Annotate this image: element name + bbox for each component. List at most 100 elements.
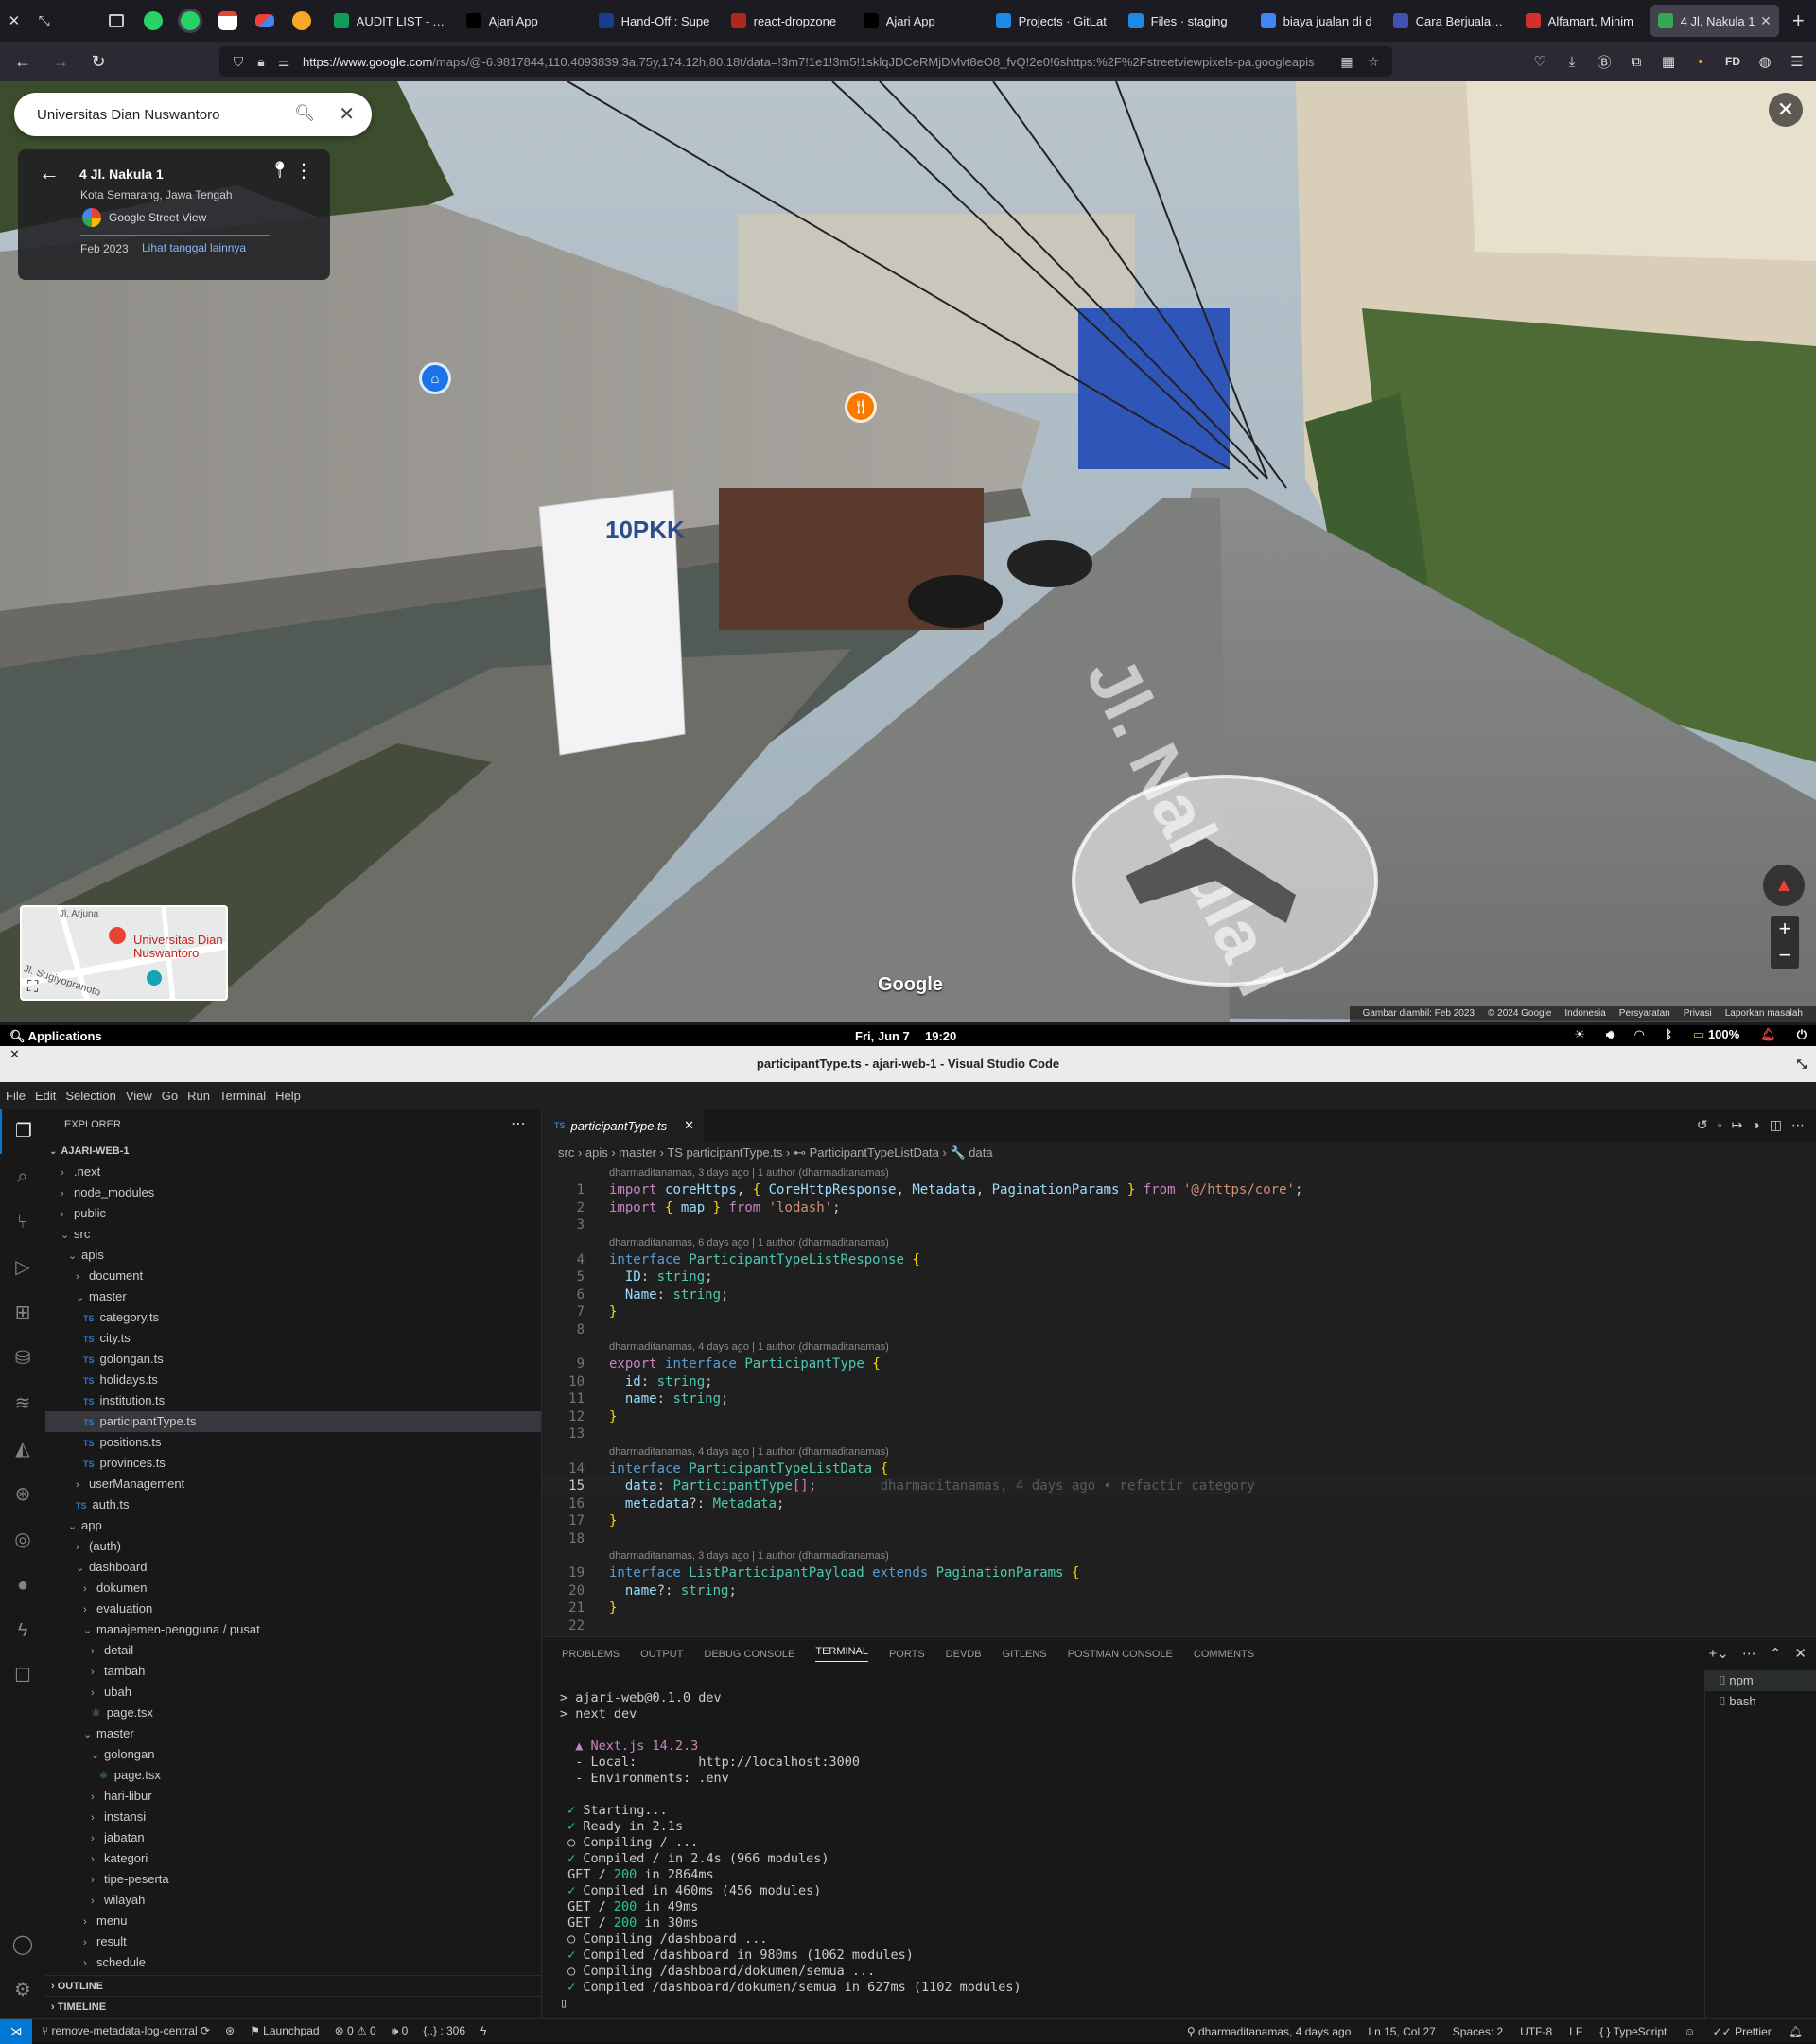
- status-blame[interactable]: ⚲ dharmaditanamas, 4 days ago: [1187, 2019, 1352, 2044]
- timeline-back-icon[interactable]: ↺: [1697, 1117, 1708, 1133]
- terminal-output[interactable]: > ajari-web@0.1.0 dev > next dev ▲ Next.j…: [560, 1690, 1022, 2012]
- blame-annotation[interactable]: dharmaditanamas, 6 days ago | 1 author (…: [543, 1234, 1816, 1251]
- address-bar[interactable]: ⛉ 🔒︎ ⚌ https://www.google.com/maps/@-6.9…: [219, 46, 1392, 77]
- file-item[interactable]: ⚛ page.tsx: [45, 1765, 541, 1786]
- run-debug-icon[interactable]: ▷: [0, 1245, 45, 1290]
- panel-tab-problems[interactable]: PROBLEMS: [562, 1649, 620, 1660]
- terminal-instance[interactable]: ⌷ npm: [1705, 1670, 1816, 1691]
- file-item[interactable]: TS category.ts: [45, 1307, 541, 1328]
- file-item[interactable]: TS provinces.ts: [45, 1453, 541, 1474]
- browser-tab[interactable]: Ajari App: [459, 5, 587, 37]
- folder-item[interactable]: › instansi: [45, 1807, 541, 1827]
- language-mode[interactable]: { } TypeScript: [1599, 2019, 1667, 2044]
- shield-icon[interactable]: ⛉: [227, 54, 250, 70]
- lightning-icon[interactable]: ϟ: [480, 2024, 486, 2038]
- gitlens-icon[interactable]: ⊛: [225, 2024, 235, 2038]
- folder-item[interactable]: › jabatan: [45, 1827, 541, 1848]
- panel-more-icon[interactable]: ⋯: [1742, 1645, 1756, 1662]
- remote-explorer-icon[interactable]: ◎: [0, 1517, 45, 1563]
- database-icon[interactable]: ⛁: [0, 1336, 45, 1381]
- blame-annotation[interactable]: dharmaditanamas, 4 days ago | 1 author (…: [543, 1443, 1816, 1460]
- permissions-icon[interactable]: ⚌: [272, 54, 295, 70]
- file-item[interactable]: TS city.ts: [45, 1328, 541, 1349]
- calendar-tab-icon[interactable]: [209, 0, 246, 42]
- attribution-item[interactable]: Indonesia: [1564, 1008, 1605, 1020]
- code-editor[interactable]: dharmaditanamas, 3 days ago | 1 author (…: [543, 1164, 1816, 1644]
- battery-indicator[interactable]: ▭ 100%: [1693, 1027, 1739, 1042]
- color-picker-icon[interactable]: ◍: [1752, 46, 1778, 77]
- menu-item-go[interactable]: Go: [162, 1089, 178, 1103]
- search-input[interactable]: Universitas Dian Nuswantoro: [37, 107, 219, 123]
- browser-tab[interactable]: biaya jualan di d: [1253, 5, 1382, 37]
- window-resize-icon[interactable]: ⤡: [1797, 1046, 1807, 1082]
- folder-item[interactable]: › dokumen: [45, 1578, 541, 1599]
- menu-item-terminal[interactable]: Terminal: [219, 1089, 266, 1103]
- folder-item[interactable]: › ubah: [45, 1682, 541, 1703]
- more-dates-link[interactable]: Lihat tanggal lainnya: [142, 241, 246, 254]
- more-options-icon[interactable]: ⋮: [294, 159, 313, 183]
- profile-badge[interactable]: FD: [1720, 46, 1746, 77]
- browser-tab[interactable]: Ajari App: [856, 5, 985, 37]
- bookmark-star-icon[interactable]: ☆: [1362, 54, 1385, 70]
- tab-list-icon[interactable]: [97, 0, 134, 42]
- file-item[interactable]: TS institution.ts: [45, 1390, 541, 1411]
- folder-item[interactable]: ⌄ dashboard: [45, 1557, 541, 1578]
- folder-item[interactable]: › userManagement: [45, 1474, 541, 1494]
- remote-indicator-icon[interactable]: ⋊: [0, 2018, 32, 2044]
- folder-item[interactable]: › menu: [45, 1911, 541, 1931]
- window-close-icon[interactable]: ✕: [9, 1046, 20, 1064]
- extension-dot-icon[interactable]: •: [1687, 46, 1714, 77]
- panel-tab-gitlens[interactable]: GITLENS: [1003, 1649, 1047, 1660]
- resize-icon[interactable]: ⤡: [28, 0, 61, 42]
- indentation[interactable]: Spaces: 2: [1453, 2019, 1503, 2044]
- apps-grid-icon[interactable]: ▦: [1655, 46, 1682, 77]
- menu-icon[interactable]: ☰: [1784, 46, 1810, 77]
- end-of-line[interactable]: LF: [1569, 2019, 1582, 2044]
- browser-tab[interactable]: 4 Jl. Nakula 1 ✕: [1650, 5, 1779, 37]
- folder-item[interactable]: › .next: [45, 1162, 541, 1182]
- menu-item-run[interactable]: Run: [187, 1089, 210, 1103]
- folder-item[interactable]: › kategori: [45, 1848, 541, 1869]
- reload-icon[interactable]: ↻: [83, 46, 114, 77]
- close-icon[interactable]: ✕: [0, 0, 28, 42]
- clear-search-icon[interactable]: ✕: [339, 102, 355, 126]
- close-tab-icon[interactable]: ✕: [1760, 13, 1772, 29]
- browser-tab[interactable]: react-dropzone: [724, 5, 852, 37]
- ports-count[interactable]: 🕪 0: [392, 2024, 409, 2038]
- maps-search-box[interactable]: Universitas Dian Nuswantoro 🔍︎ ✕: [14, 93, 372, 136]
- settings-gear-icon[interactable]: ⚙: [0, 1967, 45, 2013]
- url-text[interactable]: https://www.google.com/maps/@-6.9817844,…: [303, 55, 1334, 69]
- panel-tab-terminal[interactable]: TERMINAL: [815, 1646, 868, 1662]
- folder-item[interactable]: ⌄ app: [45, 1515, 541, 1536]
- pocket-icon[interactable]: ♡: [1527, 46, 1553, 77]
- qr-icon[interactable]: ▦: [1336, 54, 1358, 70]
- extension-b-icon[interactable]: Ⓑ: [1591, 46, 1617, 77]
- blame-annotation[interactable]: dharmaditanamas, 3 days ago | 1 author (…: [543, 1547, 1816, 1564]
- close-panel-icon[interactable]: ✕: [1794, 1645, 1807, 1662]
- browser-tab[interactable]: Cara Berjualan d: [1386, 5, 1514, 37]
- folder-item[interactable]: › tambah: [45, 1661, 541, 1682]
- outline-section[interactable]: › OUTLINE: [45, 1975, 541, 1996]
- folder-item[interactable]: › node_modules: [45, 1182, 541, 1203]
- folder-item[interactable]: › schedule: [45, 1952, 541, 1973]
- volume-icon[interactable]: 🔊︎: [1606, 1027, 1614, 1042]
- extensions-icon[interactable]: ⧉: [1623, 46, 1650, 77]
- whatsapp-tab-icon[interactable]: [135, 0, 172, 42]
- browser-tab[interactable]: AUDIT LIST - A...: [326, 5, 455, 37]
- breadcrumb[interactable]: src › apis › master › TS participantType…: [543, 1142, 1816, 1164]
- blame-annotation[interactable]: dharmaditanamas, 4 days ago | 1 author (…: [543, 1338, 1816, 1355]
- close-street-view-button[interactable]: ✕: [1769, 93, 1803, 127]
- file-item[interactable]: TS auth.ts: [45, 1494, 541, 1515]
- extensions-icon[interactable]: ⊞: [0, 1290, 45, 1336]
- folder-item[interactable]: ⌄ apis: [45, 1245, 541, 1266]
- terminal-instance[interactable]: ⌷ bash: [1705, 1691, 1816, 1712]
- source-control-icon[interactable]: ⑂: [0, 1199, 45, 1245]
- lock-icon[interactable]: 🔒︎: [250, 54, 272, 70]
- comments-icon[interactable]: ☐: [0, 1653, 45, 1699]
- maximize-panel-icon[interactable]: ⌃: [1770, 1645, 1782, 1662]
- explorer-more-icon[interactable]: ⋯: [511, 1109, 526, 1141]
- attribution-item[interactable]: Privasi: [1684, 1008, 1712, 1020]
- postman-icon[interactable]: ●: [0, 1563, 45, 1608]
- power-icon[interactable]: ⏻: [1797, 1027, 1807, 1042]
- close-tab-icon[interactable]: ✕: [684, 1118, 694, 1133]
